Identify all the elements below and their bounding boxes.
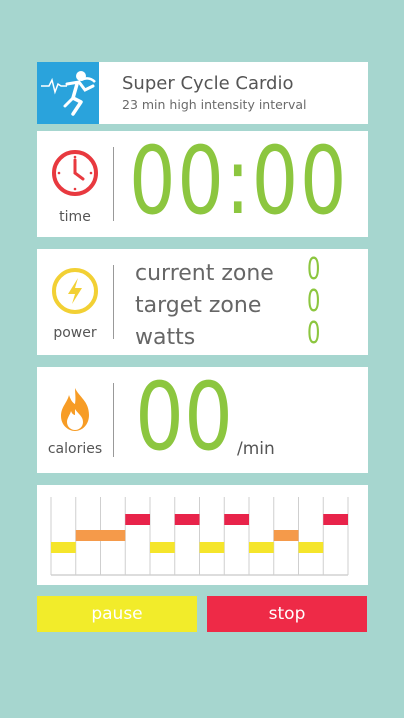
interval-bar-orange <box>100 530 126 541</box>
interval-chart <box>50 497 349 576</box>
interval-bar-orange <box>273 530 299 541</box>
current-zone-value: 0 <box>307 252 321 287</box>
clock-icon <box>51 149 99 197</box>
power-label: power <box>53 325 97 341</box>
interval-bar-red <box>323 514 348 525</box>
stop-button[interactable]: stop <box>207 596 367 632</box>
interval-bar-yellow <box>199 542 225 553</box>
workout-header: Super Cycle Cardio 23 min high intensity… <box>37 62 368 124</box>
calories-unit: /min <box>237 439 275 459</box>
workout-subtitle: 23 min high intensity interval <box>122 97 307 112</box>
cyclist-heartbeat-icon <box>37 62 99 124</box>
interval-bar-yellow <box>51 542 76 553</box>
time-panel: time 00:00 <box>37 131 368 237</box>
interval-bar-red <box>125 514 150 525</box>
power-separator <box>113 265 114 339</box>
current-zone-label: current zone <box>135 261 274 286</box>
watts-label: watts <box>135 325 196 350</box>
calories-panel: calories 00 /min <box>37 367 368 473</box>
calories-label: calories <box>47 441 103 457</box>
calories-separator <box>113 383 114 457</box>
target-zone-label: target zone <box>135 293 262 318</box>
interval-bar-yellow <box>298 542 324 553</box>
power-panel: power current zone target zone watts 0 0… <box>37 249 368 355</box>
time-label: time <box>59 209 91 225</box>
workout-title: Super Cycle Cardio <box>122 73 294 94</box>
interval-bar-red <box>174 514 200 525</box>
watts-value: 0 <box>307 316 321 351</box>
lightning-icon <box>51 267 99 315</box>
calories-value: 00 <box>135 363 234 472</box>
flame-icon <box>51 385 99 433</box>
time-separator <box>113 147 114 221</box>
elapsed-time-value: 00:00 <box>129 127 349 236</box>
interval-bar-yellow <box>150 542 175 553</box>
pause-button[interactable]: pause <box>37 596 197 632</box>
interval-bar-red <box>224 514 249 525</box>
interval-bar-yellow <box>249 542 274 553</box>
target-zone-value: 0 <box>307 284 321 319</box>
interval-chart-panel <box>37 485 368 585</box>
interval-bar-orange <box>75 530 101 541</box>
